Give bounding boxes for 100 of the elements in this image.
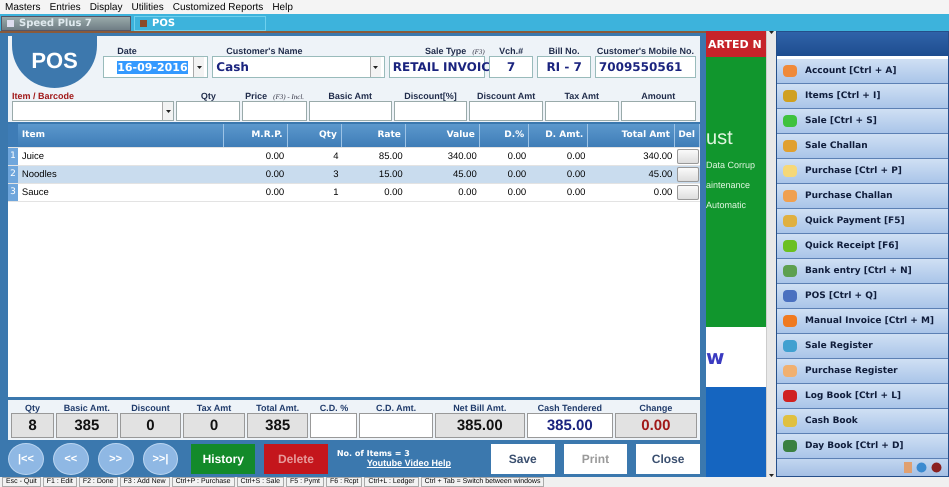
sidebar-item[interactable]: Bank entry [Ctrl + N] [777,259,948,284]
menu-item[interactable]: Display [90,2,122,12]
input-field[interactable] [544,101,619,122]
text-field[interactable]: 7 [488,56,534,78]
sidebar-item[interactable]: POS [Ctrl + Q] [777,284,948,309]
dropdown-arrow-icon[interactable] [769,474,774,477]
field-label: Amount [641,91,676,102]
history-button[interactable]: History [191,444,256,474]
field-label: Date [116,46,138,56]
input-field[interactable] [310,412,358,438]
field-label: Price [245,91,268,102]
dropdown-arrow-icon[interactable] [196,66,202,68]
input-field[interactable] [620,101,696,122]
sidebar-item[interactable]: Log Book [Ctrl + L] [777,384,948,409]
sidebar-item[interactable]: Quick Receipt [F6] [777,234,948,259]
table-cell-text: 340.00 [642,150,674,164]
sidebar-item[interactable]: Sale Register [777,334,948,359]
table-row[interactable]: 3 Sauce 0.00 1 0.00 0.00 0.00 0.00 0.00 [8,184,700,202]
ad-text: w [706,345,724,369]
input-field[interactable] [242,101,307,122]
total-value: 0 [183,412,245,438]
total-label: Net Bill Amt. [452,402,508,413]
field-label: Basic Amt [328,91,372,102]
table-cell-text: 0.00 [457,186,478,200]
input-field[interactable]: 0.00 [614,412,697,438]
delete-row-button[interactable] [677,184,699,200]
table-cell-text: 45.00 [648,168,674,182]
field-label: Customer's Name [225,46,304,56]
sidebar-item[interactable]: Purchase Register [777,359,948,384]
ad-text: aintenance [706,180,752,190]
delete-row-button[interactable] [677,166,699,182]
app-icon [6,19,15,28]
input-field[interactable] [359,412,433,438]
column-header: Item [18,124,224,147]
table-cell-text: 0.00 [652,186,674,200]
sidebar-item[interactable]: Account [Ctrl + A] [777,59,948,84]
total-value: 385 [56,412,118,438]
scrollbar[interactable] [766,31,776,477]
dropdown-arrow-icon[interactable] [166,110,171,113]
dropdown-field[interactable]: Cash [212,56,385,78]
sidebar-item[interactable]: Day Book [Ctrl + D] [777,434,948,459]
text-field[interactable]: 7009550561 [594,56,696,78]
menu-item[interactable]: Masters [5,2,41,12]
table-cell-text: 0.00 [566,186,586,200]
dropdown-arrow-icon[interactable] [769,31,774,34]
total-label: Total Amt. [255,402,300,413]
sidebar-item[interactable]: Sale Challan [777,134,948,159]
table-cell-text: 0.00 [264,150,286,164]
total-label: C.D. % [318,402,350,413]
input-field[interactable] [394,101,468,122]
sidebar-item[interactable]: Items [Ctrl + I] [777,84,948,109]
action-button[interactable]: Close [636,444,700,474]
pos-logo: POS [12,34,98,88]
field-label: Discount[%] [404,91,457,102]
sidebar-item[interactable]: Manual Invoice [Ctrl + M] [777,309,948,334]
items-count: No. of Items = 3 [336,449,411,458]
total-label: Discount [130,402,171,413]
total-label: C.D. Amt. [375,402,418,413]
total-value: 8 [11,412,54,438]
delete-row-button[interactable] [677,148,699,164]
column-header: Qty [288,124,342,147]
table-cell-text: 0.00 [264,186,286,200]
total-label: Qty [24,402,42,413]
menu-item[interactable]: Customized Reports [172,2,264,12]
text-field[interactable]: RI - 7 [537,56,591,78]
field-label: Item / Barcode [12,91,74,102]
field-label: Discount Amt [477,91,536,102]
dropdown-field[interactable] [12,101,174,122]
table-cell-text: 0.00 [383,186,404,200]
sidebar-item[interactable]: Purchase [Ctrl + P] [777,159,948,184]
table-cell-text: 3 [332,168,340,182]
ad-text: Automatic [706,200,748,210]
table-cell-text: Juice [20,150,46,164]
menu-item[interactable]: Utilities [131,2,164,12]
help-link[interactable]: Youtube Video Help [366,458,478,468]
ad-text: Data Corrup [706,160,756,170]
dropdown-arrow-icon[interactable] [373,66,378,68]
input-field[interactable] [308,101,392,122]
table-row[interactable]: 2 Noodles 0.00 3 15.00 45.00 0.00 0.00 45.00 [8,166,700,184]
sidebar-item[interactable]: Quick Payment [F5] [777,209,948,234]
input-field[interactable]: 385.00 [526,412,613,438]
table-cell-text: 340.00 [446,150,478,164]
sidebar-item[interactable]: Cash Book [777,409,948,434]
total-label: Change [638,402,674,413]
menu-item[interactable]: Entries [50,2,81,12]
sidebar-item[interactable]: Sale [Ctrl + S] [777,109,948,134]
column-header: Rate [342,124,406,147]
action-button[interactable]: Save [490,444,555,474]
field-label: Tax Amt [564,91,599,102]
input-field[interactable] [469,101,543,122]
app-icon [139,19,148,28]
header-corner [8,124,18,147]
table-row[interactable]: 1 Juice 0.00 4 85.00 340.00 0.00 0.00 340.00 [8,148,700,166]
menu-item[interactable]: Help [272,2,293,12]
total-value: 385.00 [434,412,525,438]
input-field[interactable] [176,101,240,122]
total-value: 385 [246,412,308,438]
column-header: Del [674,124,700,147]
sidebar-item[interactable]: Purchase Challan [777,184,948,209]
column-header: M.R.P. [224,124,288,147]
